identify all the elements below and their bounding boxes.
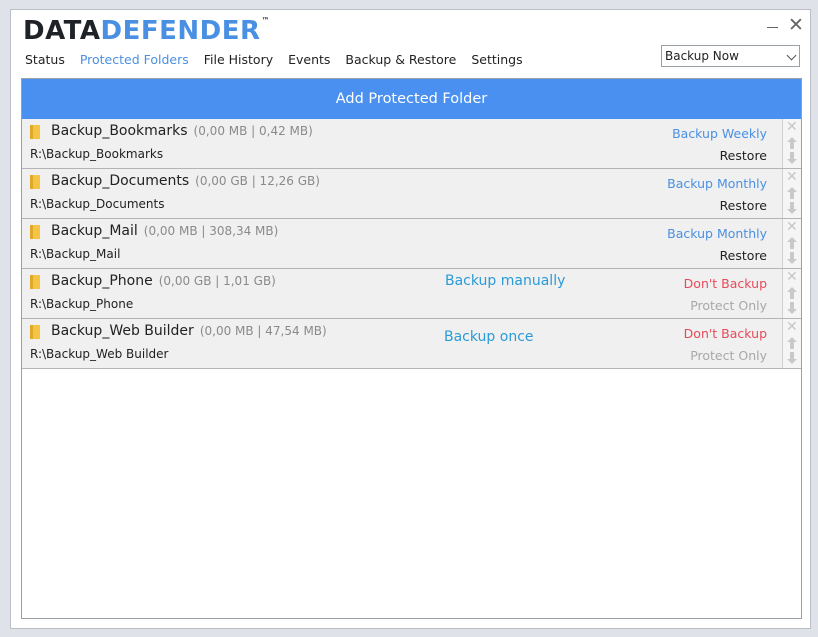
folder-name: Backup_Web Builder (0,00 MB | 47,54 MB)	[51, 323, 327, 339]
folder-name-text: Backup_Bookmarks	[51, 123, 188, 139]
arrow-up-icon[interactable]	[787, 337, 797, 349]
folder-path: R:\Backup_Bookmarks	[30, 147, 164, 161]
row-controls: ✕	[782, 119, 801, 168]
minimize-button[interactable]	[764, 16, 782, 34]
folder-name: Backup_Phone (0,00 GB | 1,01 GB)	[51, 273, 276, 289]
close-icon[interactable]: ✕	[786, 170, 798, 184]
arrow-up-icon[interactable]	[787, 187, 797, 199]
logo-defender-text: DEFENDER	[100, 16, 261, 46]
folder-row[interactable]: Backup_Mail (0,00 MB | 308,34 MB) R:\Backu…	[22, 219, 801, 269]
folder-name: Backup_Documents (0,00 GB | 12,26 GB)	[51, 173, 320, 189]
tab-protected-folders[interactable]: Protected Folders	[80, 52, 189, 67]
folder-name-text: Backup_Web Builder	[51, 323, 194, 339]
folder-row[interactable]: Backup_Documents (0,00 GB | 12,26 GB) R:\B…	[22, 169, 801, 219]
folder-row[interactable]: Backup_Bookmarks (0,00 MB | 0,42 MB) R:\Ba…	[22, 119, 801, 169]
close-button[interactable]: ✕	[787, 16, 805, 35]
row-controls: ✕	[782, 169, 801, 218]
close-icon[interactable]: ✕	[786, 220, 798, 234]
folder-icon	[30, 225, 40, 239]
backup-schedule-link[interactable]: Backup Monthly	[667, 176, 767, 191]
close-icon[interactable]: ✕	[786, 270, 798, 284]
main-nav: Status Protected Folders File History Ev…	[25, 52, 534, 70]
backup-schedule-link[interactable]: Don't Backup	[684, 326, 767, 341]
arrow-down-icon[interactable]	[787, 252, 797, 264]
folder-note: Backup once	[444, 329, 534, 345]
folder-path: R:\Backup_Web Builder	[30, 347, 169, 361]
arrow-down-icon[interactable]	[787, 152, 797, 164]
folder-action-link[interactable]: Restore	[720, 198, 767, 213]
folder-size: (0,00 MB | 308,34 MB)	[143, 224, 279, 238]
folder-action-link[interactable]: Restore	[720, 248, 767, 263]
arrow-down-icon[interactable]	[787, 302, 797, 314]
folder-action-link[interactable]: Restore	[720, 148, 767, 163]
backup-schedule-link[interactable]: Don't Backup	[684, 276, 767, 291]
tab-file-history[interactable]: File History	[204, 52, 273, 67]
arrow-down-icon[interactable]	[787, 202, 797, 214]
folder-icon	[30, 175, 40, 189]
logo-trademark: ™	[261, 16, 271, 25]
protected-folders-panel: Add Protected Folder Backup_Bookmarks (0,…	[21, 78, 802, 619]
backup-action-select-value: Backup Now	[665, 49, 739, 63]
backup-action-select[interactable]: Backup Now	[661, 45, 800, 67]
arrow-down-icon[interactable]	[787, 352, 797, 364]
row-controls: ✕	[782, 219, 801, 268]
folder-size: (0,00 MB | 0,42 MB)	[193, 124, 313, 138]
app-window: DATADEFENDER™ ✕ Status Protected Folders…	[10, 9, 811, 629]
arrow-up-icon[interactable]	[787, 237, 797, 249]
chevron-down-icon	[786, 50, 797, 61]
folder-size: (0,00 GB | 12,26 GB)	[195, 174, 320, 188]
add-protected-folder-button[interactable]: Add Protected Folder	[22, 79, 801, 119]
folder-path: R:\Backup_Phone	[30, 297, 134, 311]
app-logo: DATADEFENDER™	[23, 16, 270, 46]
backup-schedule-link[interactable]: Backup Weekly	[672, 126, 767, 141]
folder-row[interactable]: Backup_Phone (0,00 GB | 1,01 GB) R:\Backup…	[22, 269, 801, 319]
folder-icon	[30, 125, 40, 139]
close-icon[interactable]: ✕	[786, 120, 798, 134]
folder-name: Backup_Mail (0,00 MB | 308,34 MB)	[51, 223, 278, 239]
folder-icon	[30, 275, 40, 289]
folder-name-text: Backup_Documents	[51, 173, 190, 189]
folder-list: Backup_Bookmarks (0,00 MB | 0,42 MB) R:\Ba…	[22, 119, 801, 369]
folder-path: R:\Backup_Documents	[30, 197, 165, 211]
folder-note: Backup manually	[445, 273, 566, 289]
row-controls: ✕	[782, 319, 801, 368]
folder-name: Backup_Bookmarks (0,00 MB | 0,42 MB)	[51, 123, 313, 139]
folder-icon	[30, 325, 40, 339]
folder-action-link[interactable]: Protect Only	[690, 298, 767, 313]
folder-path: R:\Backup_Mail	[30, 247, 121, 261]
arrow-up-icon[interactable]	[787, 287, 797, 299]
close-icon[interactable]: ✕	[786, 320, 798, 334]
folder-name-text: Backup_Phone	[51, 273, 153, 289]
folder-size: (0,00 MB | 47,54 MB)	[199, 324, 327, 338]
tab-backup-restore[interactable]: Backup & Restore	[345, 52, 456, 67]
tab-status[interactable]: Status	[25, 52, 65, 67]
folder-action-link[interactable]: Protect Only	[690, 348, 767, 363]
arrow-up-icon[interactable]	[787, 137, 797, 149]
backup-schedule-link[interactable]: Backup Monthly	[667, 226, 767, 241]
tab-events[interactable]: Events	[288, 52, 330, 67]
folder-name-text: Backup_Mail	[51, 223, 138, 239]
logo-data-text: DATA	[23, 16, 101, 46]
tab-settings[interactable]: Settings	[471, 52, 522, 67]
folder-size: (0,00 GB | 1,01 GB)	[158, 274, 276, 288]
folder-row[interactable]: Backup_Web Builder (0,00 MB | 47,54 MB) R:…	[22, 319, 801, 369]
row-controls: ✕	[782, 269, 801, 318]
